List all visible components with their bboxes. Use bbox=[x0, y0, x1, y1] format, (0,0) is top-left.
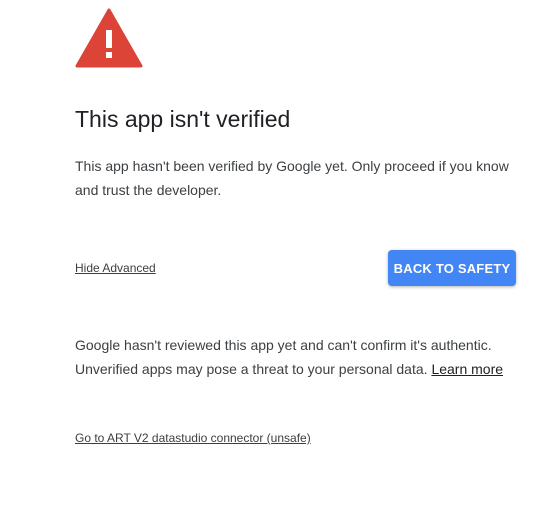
hide-advanced-link[interactable]: Hide Advanced bbox=[75, 261, 156, 275]
warning-icon bbox=[75, 8, 143, 68]
advanced-warning-body: Google hasn't reviewed this app yet and … bbox=[75, 337, 492, 377]
proceed-unsafe-link[interactable]: Go to ART V2 datastudio connector (unsaf… bbox=[75, 431, 311, 445]
verification-description: This app hasn't been verified by Google … bbox=[75, 158, 509, 198]
page-title: This app isn't verified bbox=[75, 106, 291, 132]
learn-more-link[interactable]: Learn more bbox=[431, 361, 503, 377]
back-to-safety-button[interactable]: BACK TO SAFETY bbox=[388, 250, 516, 286]
advanced-warning-text: Google hasn't reviewed this app yet and … bbox=[75, 333, 525, 381]
warning-triangle-icon bbox=[75, 8, 143, 68]
